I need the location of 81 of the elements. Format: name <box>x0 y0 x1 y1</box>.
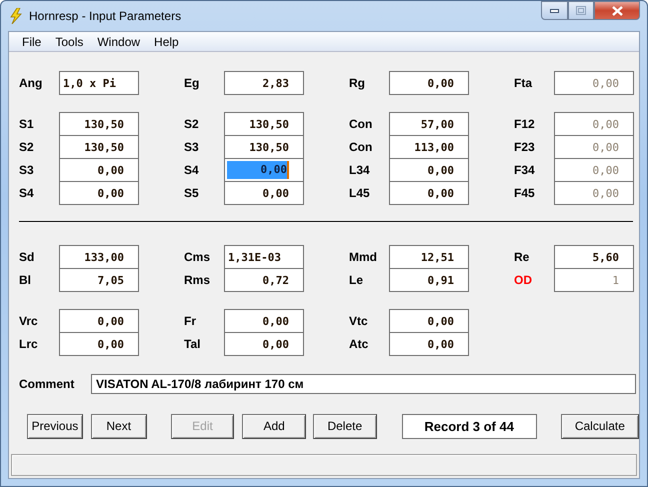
menu-item[interactable]: Tools <box>48 34 90 48</box>
input-field[interactable]: 0,00 <box>224 158 304 182</box>
input-field[interactable]: 0,00 <box>389 181 469 205</box>
input-field[interactable]: 2,83 <box>224 71 304 95</box>
parameter-label: Bl <box>19 273 32 287</box>
input-field[interactable]: 0,00 <box>224 309 304 333</box>
parameter-label: Lrc <box>19 337 39 351</box>
parameter-label: Atc <box>349 337 370 351</box>
parameter-label: Rms <box>184 273 212 287</box>
parameter-label: S3 <box>19 163 35 177</box>
input-field[interactable]: 12,51 <box>389 245 469 269</box>
window-title: Hornresp - Input Parameters <box>29 9 182 23</box>
input-field[interactable]: 1,31E-03 <box>224 245 304 269</box>
close-icon <box>612 6 622 16</box>
input-field[interactable]: 0,00 <box>389 332 469 356</box>
parameter-label: F34 <box>514 163 536 177</box>
parameter-label: Con <box>349 140 374 154</box>
parameter-label: F45 <box>514 186 536 200</box>
input-field[interactable]: 0,00 <box>224 181 304 205</box>
parameter-label: Vtc <box>349 314 369 328</box>
input-field[interactable]: 0,00 <box>389 309 469 333</box>
parameter-label: Vrc <box>19 314 39 328</box>
edit-button[interactable]: Delete <box>312 414 377 438</box>
minimize-button[interactable] <box>541 1 568 20</box>
parameter-label: F12 <box>514 117 536 131</box>
input-field[interactable]: 0,00 <box>224 332 304 356</box>
input-field[interactable]: 0,00 <box>59 181 139 205</box>
input-field[interactable]: 1,0 x Pi <box>59 71 139 95</box>
input-field[interactable]: 0,00 <box>389 71 469 95</box>
edit-button[interactable]: Add <box>242 414 306 438</box>
parameter-label: S2 <box>184 117 200 131</box>
parameter-label: Fr <box>184 314 197 328</box>
parameter-label: Con <box>349 117 374 131</box>
parameter-label: L34 <box>349 163 371 177</box>
parameter-label: Le <box>349 273 364 287</box>
parameter-label: S4 <box>19 186 35 200</box>
parameter-label: S5 <box>184 186 200 200</box>
comment-label: Comment <box>19 377 76 391</box>
input-field[interactable]: 0,00 <box>59 309 139 333</box>
parameter-label: Eg <box>184 76 200 90</box>
lightning-icon <box>9 8 23 24</box>
input-field[interactable]: 130,50 <box>224 112 304 136</box>
parameter-label: S2 <box>19 140 35 154</box>
parameter-label: OD <box>514 273 533 287</box>
input-field[interactable]: 0,72 <box>224 268 304 292</box>
parameter-label: Fta <box>514 76 534 90</box>
nav-button[interactable]: Previous <box>27 414 83 438</box>
parameter-label: Cms <box>184 250 212 264</box>
input-field[interactable]: 57,00 <box>389 112 469 136</box>
input-field[interactable]: 0,00 <box>389 158 469 182</box>
parameter-label: F23 <box>514 140 536 154</box>
input-field[interactable]: 0,91 <box>389 268 469 292</box>
close-button[interactable] <box>594 1 640 20</box>
parameter-label: Re <box>514 250 530 264</box>
parameter-label: L45 <box>349 186 371 200</box>
input-field[interactable]: 5,60 <box>554 245 634 269</box>
parameter-label: Tal <box>184 337 202 351</box>
minimize-icon <box>550 8 559 12</box>
input-field[interactable]: 0,00 <box>59 158 139 182</box>
maximize-icon <box>576 6 586 15</box>
parameter-label: S4 <box>184 163 200 177</box>
parameter-label: Mmd <box>349 250 378 264</box>
nav-button[interactable]: Next <box>90 414 147 438</box>
input-field[interactable]: 0,00 <box>59 332 139 356</box>
parameter-label: S1 <box>19 117 35 131</box>
parameter-label: Sd <box>19 250 36 264</box>
record-counter: Record 3 of 44 <box>402 414 537 438</box>
action-button[interactable]: Calculate <box>560 414 640 438</box>
input-field[interactable]: 130,50 <box>224 135 304 159</box>
input-field[interactable]: 130,50 <box>59 112 139 136</box>
parameter-label: S3 <box>184 140 200 154</box>
comment-field[interactable]: VISATON AL-170/8 лабиринт 170 см <box>91 374 636 394</box>
menu-item[interactable]: Window <box>90 34 148 48</box>
input-field[interactable]: 7,05 <box>59 268 139 292</box>
input-field[interactable]: 133,00 <box>59 245 139 269</box>
input-field[interactable]: 113,00 <box>389 135 469 159</box>
parameter-label: Ang <box>19 76 44 90</box>
parameter-label: Rg <box>349 76 366 90</box>
menu-item[interactable]: File <box>15 34 48 48</box>
menu-item[interactable]: Help <box>147 34 186 48</box>
input-field[interactable]: 130,50 <box>59 135 139 159</box>
